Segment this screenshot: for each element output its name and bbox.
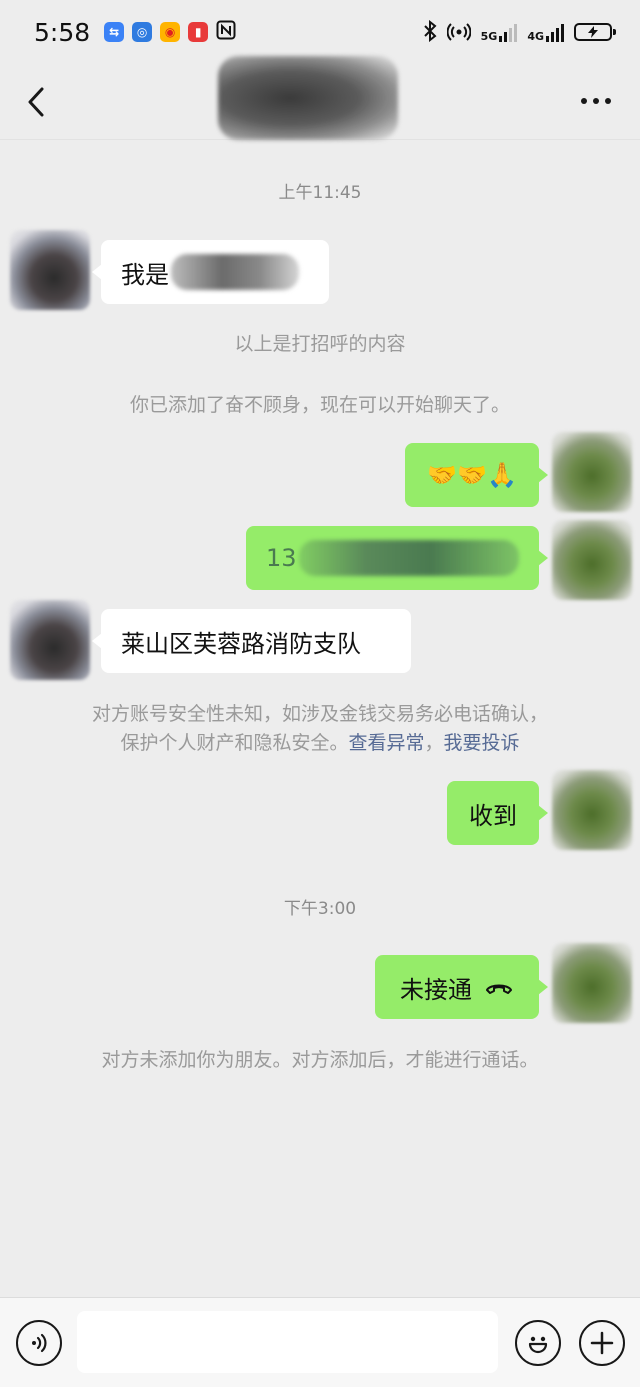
system-message-greeting: 以上是打招呼的内容	[234, 333, 406, 355]
message-redaction	[298, 540, 519, 576]
message-input[interactable]	[77, 1311, 498, 1373]
bulb-app-icon: ◎	[132, 22, 153, 42]
emoji-message-text: 🤝🤝🙏	[427, 461, 517, 489]
battery-charging-icon	[574, 23, 616, 41]
usb-icon: ⇆	[104, 22, 125, 42]
contact-avatar[interactable]	[10, 230, 90, 310]
message-text: 我是	[121, 260, 169, 289]
status-right: 5G 4G	[423, 19, 616, 45]
status-time: 5:58	[34, 17, 91, 47]
nfc-icon	[216, 20, 236, 44]
security-warning-text: 保护个人财产和隐私安全。	[120, 732, 349, 754]
input-bar	[0, 1297, 640, 1387]
contact-avatar[interactable]	[10, 600, 90, 680]
security-warning-line2: 保护个人财产和隐私安全。查看异常，我要投诉	[0, 729, 640, 758]
message-bubble-outgoing[interactable]: 🤝🤝🙏	[405, 443, 548, 507]
signal-bars-1	[499, 22, 518, 42]
network-5g-label: 5G	[480, 30, 498, 43]
timestamp-1: 上午11:45	[278, 183, 362, 203]
message-bubble-outgoing[interactable]: 13	[246, 526, 548, 590]
emoji-icon	[528, 1336, 548, 1354]
message-bubble-outgoing[interactable]: 收到	[447, 781, 548, 845]
signal-4g: 4G	[527, 22, 564, 42]
report-link[interactable]: 我要投诉	[444, 732, 520, 754]
call-record-bubble[interactable]: 未接通	[375, 955, 548, 1019]
hotspot-icon	[446, 20, 472, 45]
more-dots-icon	[581, 98, 611, 104]
title-redaction	[218, 56, 398, 140]
phone-hangup-icon	[484, 979, 514, 995]
view-anomaly-link[interactable]: 查看异常	[348, 732, 424, 754]
network-4g-label: 4G	[527, 30, 544, 43]
my-avatar[interactable]	[552, 520, 632, 600]
status-bar: 5:58 ⇆ ◎ ◉ ▮ 5G 4G	[0, 0, 640, 64]
security-warning-line1: 对方账号安全性未知，如涉及金钱交易务必电话确认，	[91, 703, 548, 725]
system-message-not-friend: 对方未添加你为朋友。对方添加后，才能进行通话。	[101, 1049, 539, 1071]
separator-text: ，	[424, 732, 444, 754]
message-text: 收到	[469, 801, 517, 830]
more-button[interactable]	[576, 86, 616, 116]
plus-icon	[590, 1331, 614, 1355]
emoji-button[interactable]	[515, 1320, 561, 1366]
system-message-added: 你已添加了奋不顾身，现在可以开始聊天了。	[129, 394, 510, 416]
signal-5g: 5G	[481, 22, 518, 42]
message-text: 莱山区芙蓉路消防支队	[121, 629, 361, 658]
signal-bars-2	[546, 22, 564, 42]
weibo-icon: ◉	[160, 22, 181, 42]
call-status-text: 未接通	[400, 975, 472, 1004]
my-avatar[interactable]	[552, 432, 632, 512]
bluetooth-icon	[423, 19, 437, 45]
security-warning: 对方账号安全性未知，如涉及金钱交易务必电话确认， 保护个人财产和隐私安全。查看异…	[0, 700, 640, 758]
my-avatar[interactable]	[552, 770, 632, 850]
more-functions-button[interactable]	[579, 1320, 625, 1366]
message-bubble-incoming[interactable]: 莱山区芙蓉路消防支队	[92, 609, 411, 673]
voice-icon	[32, 1333, 47, 1353]
status-notification-icons: ⇆ ◎ ◉ ▮	[104, 20, 236, 44]
message-bubble-incoming[interactable]: 我是	[92, 240, 329, 304]
chevron-left-icon	[28, 87, 44, 117]
message-text: 13	[266, 544, 297, 572]
my-avatar[interactable]	[552, 943, 632, 1023]
back-button[interactable]	[18, 82, 54, 122]
app-badge-icon: ▮	[188, 22, 209, 42]
voice-button[interactable]	[16, 1320, 62, 1366]
message-redaction	[171, 254, 299, 290]
timestamp-2: 下午3:00	[283, 899, 357, 919]
